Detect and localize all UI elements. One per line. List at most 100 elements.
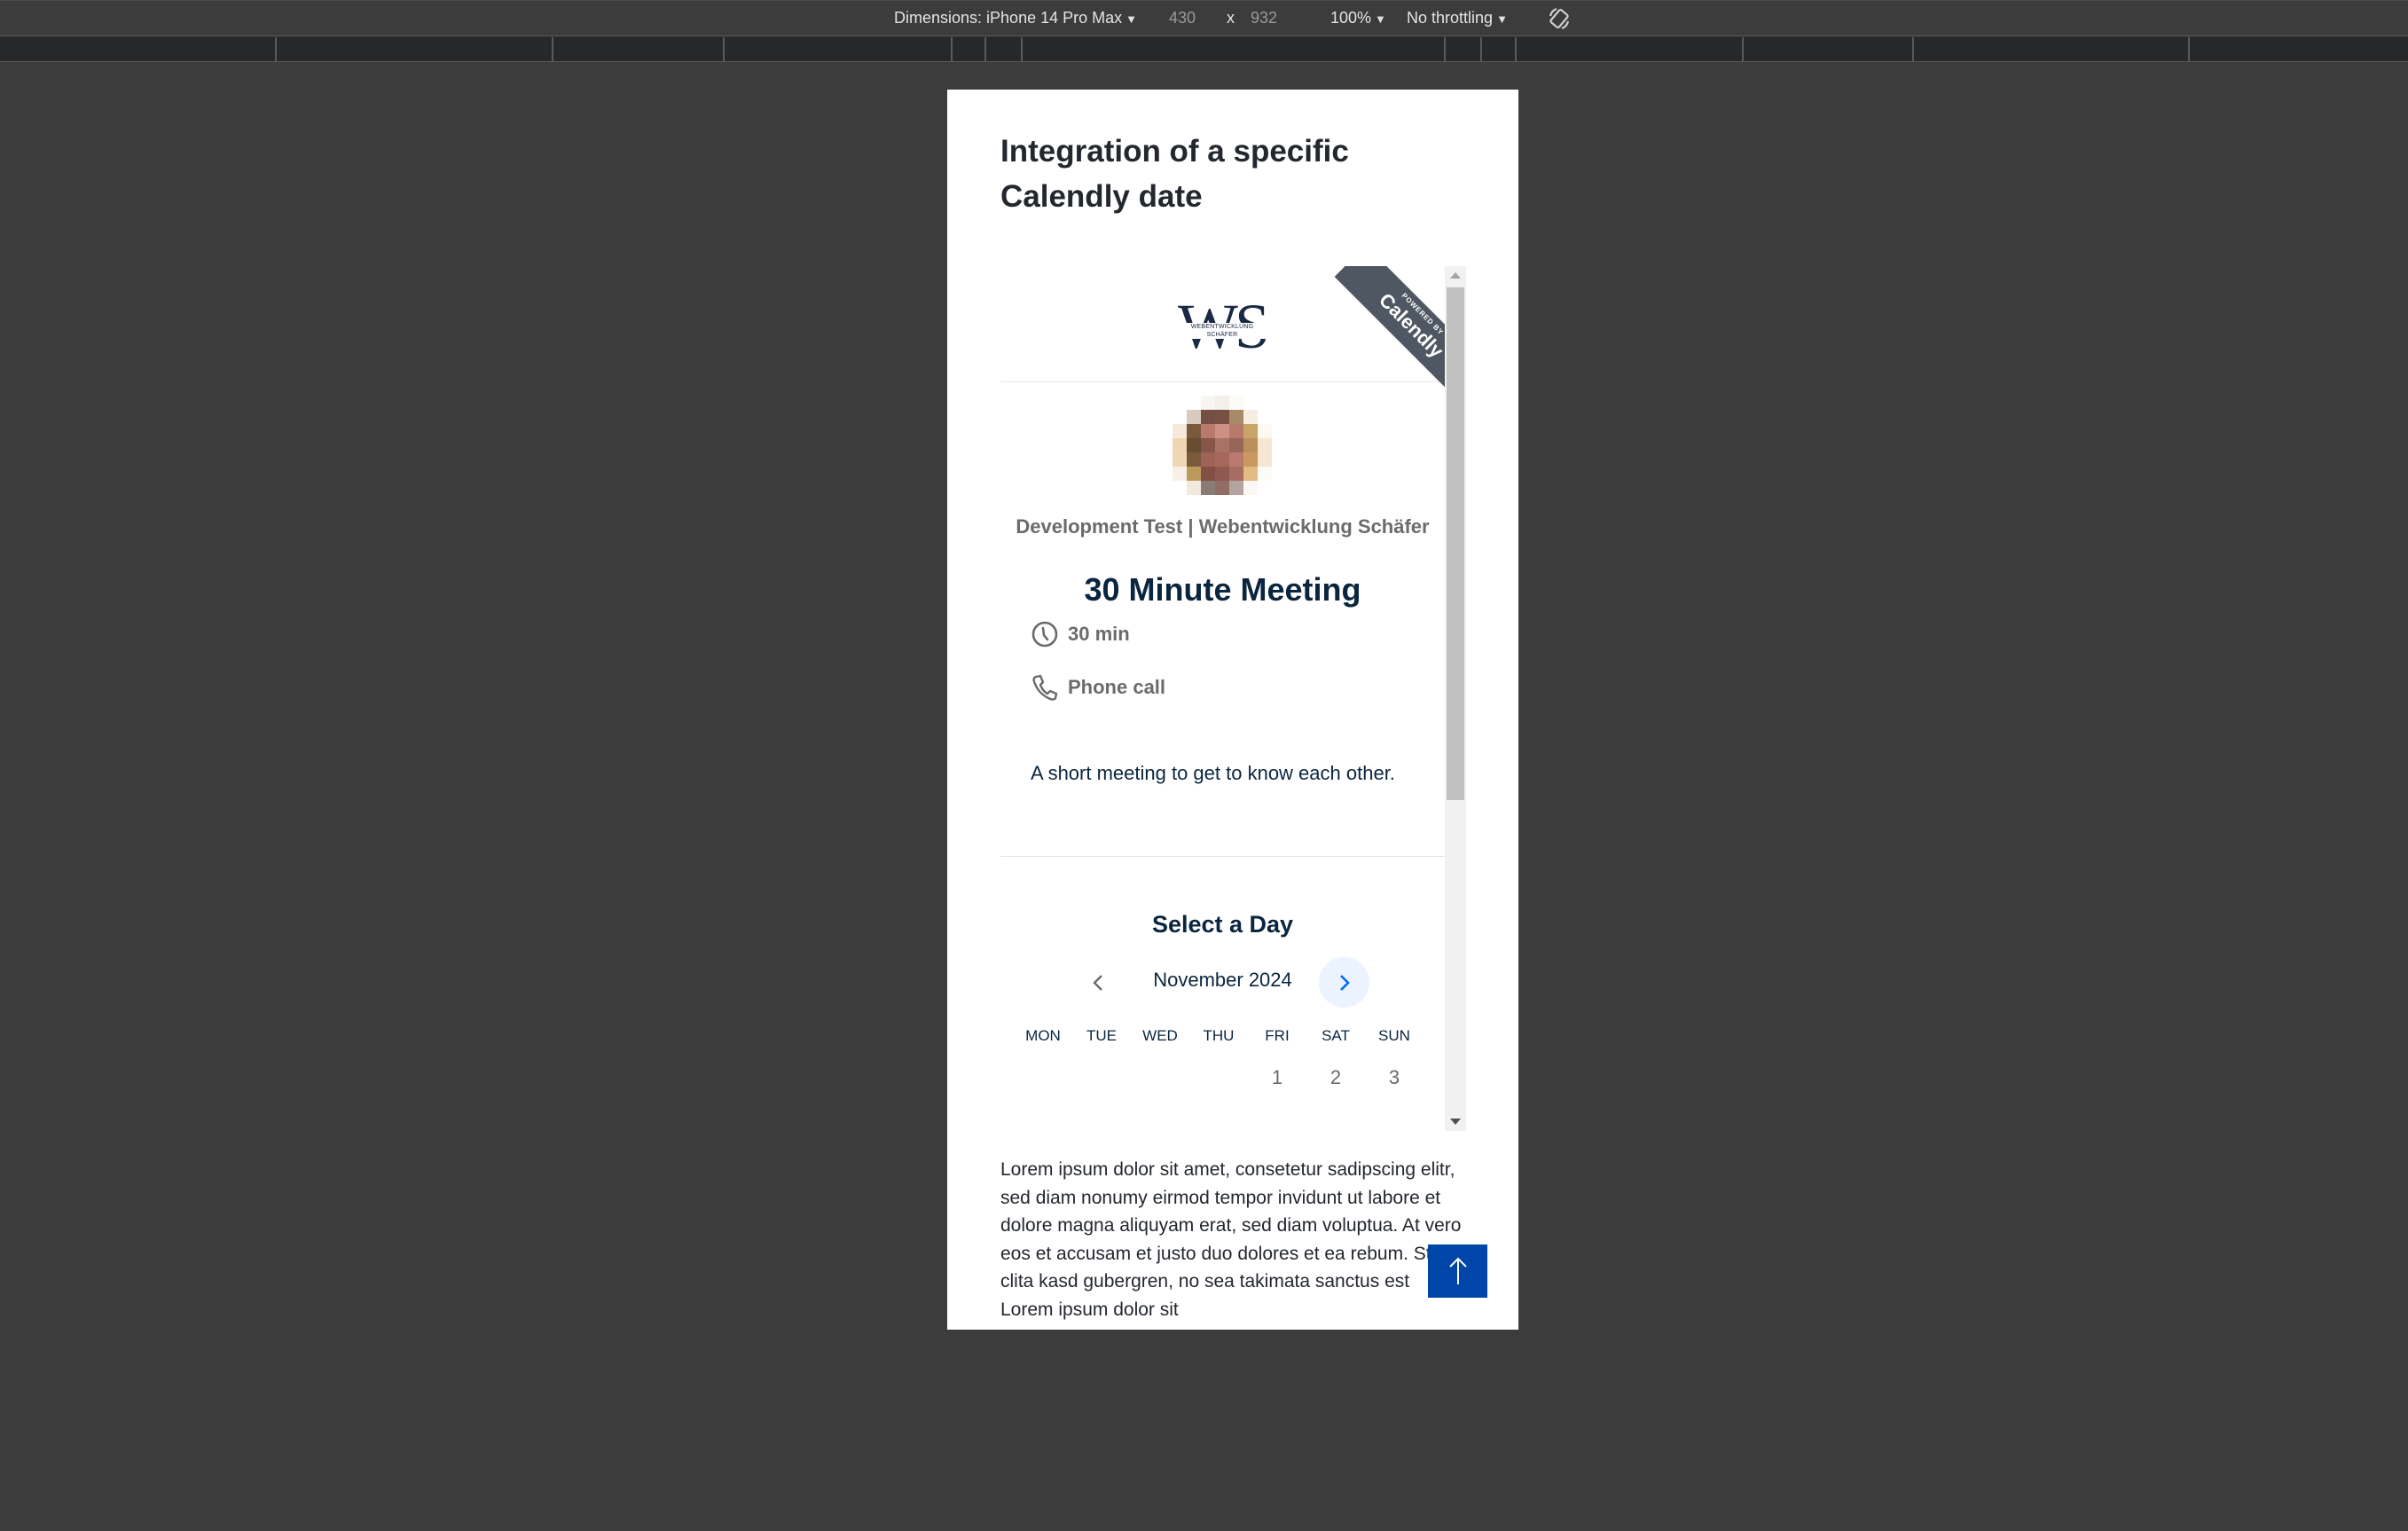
weekday-label: SAT xyxy=(1322,1027,1350,1044)
logo-subtitle: WEBENTWICKLUNG SCHÄFER xyxy=(1176,323,1268,339)
select-day-heading: Select a Day xyxy=(1151,911,1294,938)
calendly-embed: WS WEBENTWICKLUNG SCHÄFER Development Te… xyxy=(1000,266,1466,1131)
ruler-tick[interactable] xyxy=(984,37,986,61)
dropdown-arrow-icon: ▼ xyxy=(1126,12,1137,26)
width-input[interactable]: 430 xyxy=(1169,9,1196,27)
company-logo: WS WEBENTWICKLUNG SCHÄFER xyxy=(1176,294,1270,358)
devtools-device-toolbar: Dimensions: iPhone 14 Pro Max ▼ 430 x 932… xyxy=(0,0,2408,35)
current-month: November 2024 xyxy=(1153,969,1292,991)
avatar-pixel xyxy=(1187,452,1201,467)
day-cell-empty xyxy=(1072,1066,1131,1093)
scrollbar-thumb[interactable] xyxy=(1447,287,1464,800)
ruler-tick[interactable] xyxy=(723,37,725,61)
day-cell-empty xyxy=(1014,1066,1072,1093)
avatar-pixel xyxy=(1187,481,1201,495)
avatar-pixel xyxy=(1173,481,1187,495)
ruler-tick[interactable] xyxy=(1480,37,1482,61)
avatar-pixel xyxy=(1173,452,1187,467)
weekday-label: THU xyxy=(1203,1027,1235,1044)
avatar-pixel xyxy=(1243,396,1258,410)
avatar-pixel xyxy=(1201,424,1215,438)
chevron-right-icon xyxy=(1339,974,1350,991)
ruler-tick[interactable] xyxy=(1912,37,1914,61)
avatar-pixel xyxy=(1229,424,1243,438)
host-avatar xyxy=(1173,396,1272,495)
avatar-pixel xyxy=(1258,396,1272,410)
scroll-down-arrow-icon[interactable] xyxy=(1450,1119,1461,1125)
scroll-up-arrow-icon[interactable] xyxy=(1450,272,1461,279)
ruler-tick[interactable] xyxy=(1515,37,1517,61)
avatar-pixel xyxy=(1258,467,1272,481)
avatar-pixel xyxy=(1215,396,1229,410)
ruler-tick[interactable] xyxy=(275,37,277,61)
avatar-pixel xyxy=(1201,438,1215,452)
height-input[interactable]: 932 xyxy=(1251,9,1277,27)
avatar-pixel xyxy=(1201,410,1215,424)
throttling-dropdown[interactable]: No throttling ▼ xyxy=(1407,9,1508,27)
avatar-pixel xyxy=(1215,424,1229,438)
month-navigation: November 2024 xyxy=(1000,957,1445,1009)
ruler-tick[interactable] xyxy=(1444,37,1446,61)
arrow-up-icon xyxy=(1448,1257,1467,1284)
page-title: Integration of a specific Calendly date xyxy=(1000,134,1349,214)
ruler-tick[interactable] xyxy=(1021,37,1023,61)
avatar-pixel xyxy=(1258,481,1272,495)
avatar-pixel xyxy=(1258,424,1272,438)
avatar-pixel xyxy=(1173,438,1187,452)
event-name: 30 Minute Meeting xyxy=(1084,571,1361,608)
day-cell: 3 xyxy=(1388,1066,1400,1088)
avatar-pixel xyxy=(1187,410,1201,424)
avatar-pixel xyxy=(1201,396,1215,410)
duration-detail: 30 min xyxy=(1031,619,1130,649)
avatar-pixel xyxy=(1243,452,1258,467)
divider xyxy=(1000,856,1445,857)
location-detail: Phone call xyxy=(1031,672,1165,703)
device-label: Dimensions: iPhone 14 Pro Max xyxy=(894,9,1123,27)
avatar-pixel xyxy=(1187,438,1201,452)
times-sign: x xyxy=(1227,9,1235,27)
weekday-label: MON xyxy=(1025,1027,1061,1044)
scroll-to-top-button[interactable] xyxy=(1428,1244,1487,1298)
weekday-label: TUE xyxy=(1086,1027,1117,1044)
avatar-pixel xyxy=(1229,467,1243,481)
avatar-pixel xyxy=(1258,452,1272,467)
day-cell-empty xyxy=(1131,1066,1189,1093)
throttling-label: No throttling xyxy=(1407,9,1494,27)
zoom-label: 100% xyxy=(1330,9,1372,27)
avatar-pixel xyxy=(1215,438,1229,452)
device-viewport: Integration of a specific Calendly date … xyxy=(947,90,1518,1330)
dropdown-arrow-icon: ▼ xyxy=(1496,12,1508,26)
duration-text: 30 min xyxy=(1068,623,1130,645)
embed-scrollbar[interactable] xyxy=(1445,266,1466,1131)
avatar-pixel xyxy=(1229,396,1243,410)
rotate-icon[interactable] xyxy=(1546,5,1573,32)
location-text: Phone call xyxy=(1068,676,1166,698)
ruler-tick[interactable] xyxy=(1742,37,1744,61)
host-name: Development Test | Webentwicklung Schäfe… xyxy=(1016,515,1430,538)
zoom-dropdown[interactable]: 100% ▼ xyxy=(1330,9,1386,27)
ruler-tick[interactable] xyxy=(951,37,953,61)
next-month-button[interactable] xyxy=(1319,957,1369,1008)
avatar-pixel xyxy=(1215,467,1229,481)
avatar-pixel xyxy=(1229,481,1243,495)
avatar-pixel xyxy=(1173,424,1187,438)
ruler-tick[interactable] xyxy=(552,37,553,61)
avatar-pixel xyxy=(1201,467,1215,481)
avatar-pixel xyxy=(1201,481,1215,495)
clock-icon xyxy=(1031,621,1058,648)
avatar-pixel xyxy=(1201,452,1215,467)
avatar-pixel xyxy=(1243,481,1258,495)
avatar-pixel xyxy=(1173,410,1187,424)
day-cell: 1 xyxy=(1271,1066,1283,1088)
avatar-pixel xyxy=(1243,410,1258,424)
avatar-pixel xyxy=(1243,438,1258,452)
device-dropdown[interactable]: Dimensions: iPhone 14 Pro Max ▼ xyxy=(894,9,1137,27)
avatar-pixel xyxy=(1258,438,1272,452)
powered-by-calendly-badge[interactable]: POWERED BY Calendly xyxy=(1312,266,1445,399)
weekday-header: MON TUE WED THU FRI SAT SUN xyxy=(1014,1027,1424,1045)
dropdown-arrow-icon: ▼ xyxy=(1375,12,1386,26)
avatar-pixel xyxy=(1173,467,1187,481)
ruler-tick[interactable] xyxy=(2188,37,2190,61)
avatar-pixel xyxy=(1187,424,1201,438)
event-description: A short meeting to get to know each othe… xyxy=(1031,762,1395,784)
